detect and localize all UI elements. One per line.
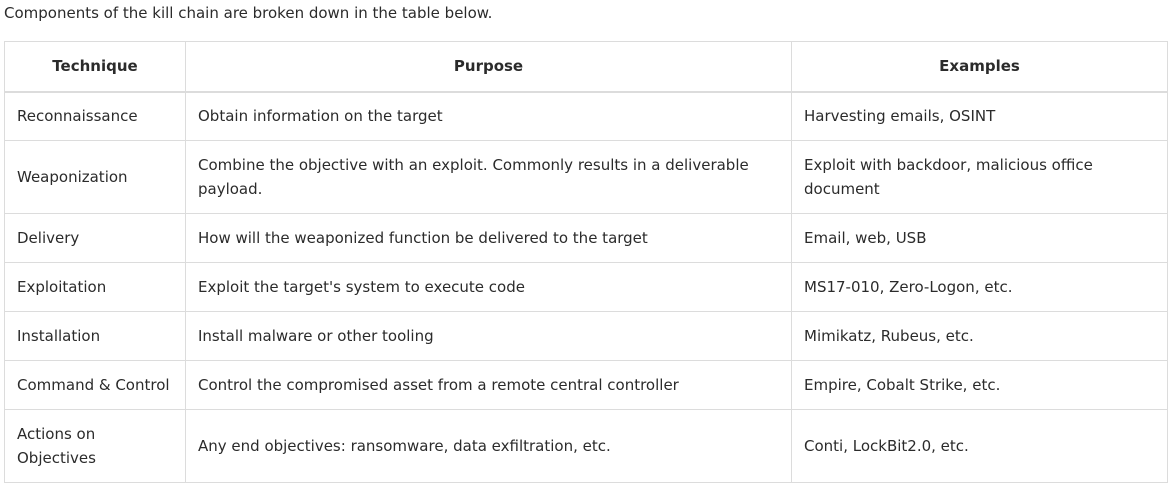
technique-cell: Actions on Objectives: [4, 409, 186, 483]
examples-cell: Email, web, USB: [791, 213, 1168, 263]
table-row: Exploitation Exploit the target's system…: [4, 262, 1168, 312]
table-row: Installation Install malware or other to…: [4, 311, 1168, 361]
technique-cell: Command & Control: [4, 360, 186, 410]
purpose-cell: Any end objectives: ransomware, data exf…: [185, 409, 792, 483]
purpose-cell: Control the compromised asset from a rem…: [185, 360, 792, 410]
kill-chain-table: Technique Purpose Examples Reconnaissanc…: [4, 41, 1168, 483]
table-row: Command & Control Control the compromise…: [4, 360, 1168, 410]
table-row: Delivery How will the weaponized functio…: [4, 213, 1168, 263]
examples-cell: MS17-010, Zero-Logon, etc.: [791, 262, 1168, 312]
technique-cell: Delivery: [4, 213, 186, 263]
examples-cell: Empire, Cobalt Strike, etc.: [791, 360, 1168, 410]
examples-cell: Harvesting emails, OSINT: [791, 91, 1168, 141]
purpose-cell: Exploit the target's system to execute c…: [185, 262, 792, 312]
technique-cell: Reconnaissance: [4, 91, 186, 141]
purpose-cell: Install malware or other tooling: [185, 311, 792, 361]
header-examples: Examples: [791, 41, 1168, 93]
header-purpose: Purpose: [185, 41, 792, 93]
purpose-cell: Obtain information on the target: [185, 91, 792, 141]
examples-cell: Conti, LockBit2.0, etc.: [791, 409, 1168, 483]
table-row: Actions on Objectives Any end objectives…: [4, 409, 1168, 483]
purpose-cell: Combine the objective with an exploit. C…: [185, 140, 792, 214]
table-row: Weaponization Combine the objective with…: [4, 140, 1168, 214]
technique-cell: Installation: [4, 311, 186, 361]
table-header-row: Technique Purpose Examples: [4, 41, 1168, 93]
examples-cell: Exploit with backdoor, malicious office …: [791, 140, 1168, 214]
examples-cell: Mimikatz, Rubeus, etc.: [791, 311, 1168, 361]
technique-cell: Weaponization: [4, 140, 186, 214]
intro-text: Components of the kill chain are broken …: [4, 4, 493, 22]
header-technique: Technique: [4, 41, 186, 93]
technique-cell: Exploitation: [4, 262, 186, 312]
purpose-cell: How will the weaponized function be deli…: [185, 213, 792, 263]
table-row: Reconnaissance Obtain information on the…: [4, 91, 1168, 141]
